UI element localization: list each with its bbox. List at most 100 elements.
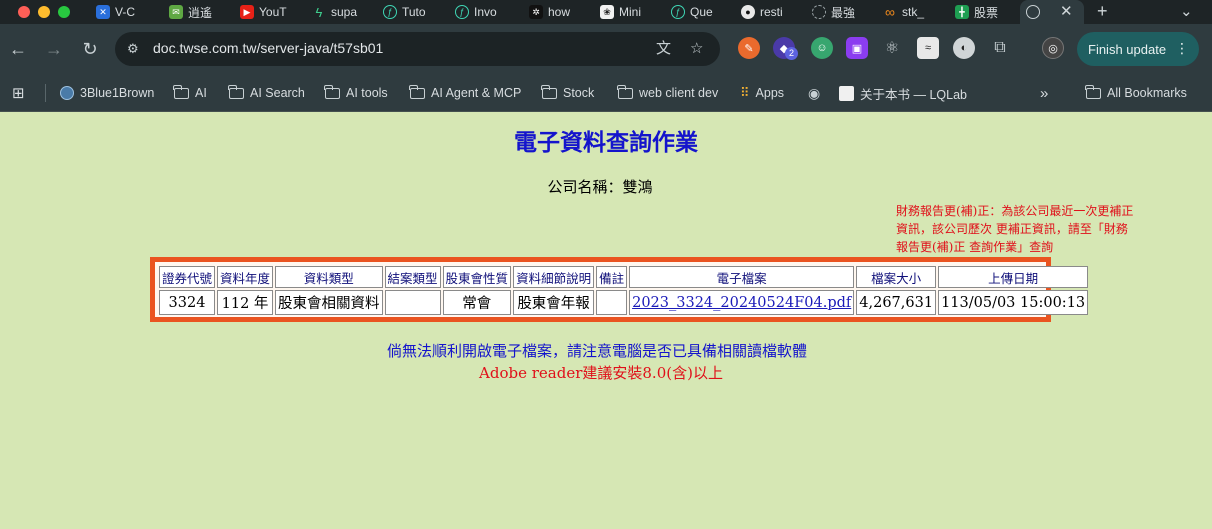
apps-grid-icon[interactable]: ⊞ bbox=[12, 84, 25, 102]
extension-icon[interactable]: ✎ bbox=[738, 37, 760, 59]
bookmark-folder-ai-tools[interactable]: AI tools bbox=[324, 84, 388, 102]
translate-icon[interactable]: ⽂ bbox=[656, 40, 671, 58]
bookmark-folder-ai[interactable]: AI bbox=[173, 84, 207, 102]
bookmark-globe[interactable]: ◉ bbox=[808, 84, 820, 102]
cell-type: 股東會相關資料 bbox=[275, 290, 383, 315]
table-header-row: 證券代號 資料年度 資料類型 結案類型 股東會性質 資料細節說明 備註 電子檔案… bbox=[159, 266, 1089, 288]
react-icon[interactable]: ⚛ bbox=[881, 37, 903, 59]
close-window-button[interactable] bbox=[18, 6, 30, 18]
folder-icon bbox=[617, 84, 633, 99]
results-table-frame: 證券代號 資料年度 資料類型 結案類型 股東會性質 資料細節說明 備註 電子檔案… bbox=[150, 257, 1089, 322]
tab-sheet[interactable]: ╋ 股票 bbox=[955, 3, 1005, 21]
tab-label: how bbox=[548, 5, 571, 19]
all-bookmarks-label: All Bookmarks bbox=[1107, 86, 1187, 100]
tab-v-c[interactable]: ✕ V-C bbox=[96, 3, 146, 21]
bookmark-label: AI tools bbox=[346, 86, 388, 100]
tab-stk[interactable]: ∞ stk_ bbox=[883, 3, 933, 21]
tab-how[interactable]: ✲ how bbox=[529, 3, 579, 21]
bookmark-folder-ai-agent-mcp[interactable]: AI Agent & MCP bbox=[409, 84, 521, 102]
browser-toolbar: ← → ↻ ⚙ doc.twse.com.tw/server-java/t57s… bbox=[0, 24, 1212, 74]
page-title: 電子資料查詢作業 bbox=[514, 129, 698, 156]
bookmarks-overflow-button[interactable]: » bbox=[1040, 84, 1048, 102]
url-text[interactable]: doc.twse.com.tw/server-java/t57sb01 bbox=[153, 40, 383, 56]
cell-size: 4,267,631 bbox=[856, 290, 937, 315]
openai-icon: ❀ bbox=[600, 5, 614, 19]
tab-youtube[interactable]: ▶ YouT bbox=[240, 3, 290, 21]
youtube-icon: ▶ bbox=[240, 5, 254, 19]
zoom-window-button[interactable] bbox=[58, 6, 70, 18]
finish-update-button[interactable]: Finish update ⋮ bbox=[1077, 32, 1199, 66]
bookmark-lqlab[interactable]: 关于本书 — LQLab bbox=[839, 84, 967, 102]
bookmarks-bar: ⊞ 3Blue1Brown AI AI Search AI tools AI A… bbox=[0, 74, 1212, 112]
tab-github[interactable]: ● resti bbox=[741, 3, 791, 21]
software-hint: 倘無法順利開啟電子檔案，請注意電腦是否已具備相關讀檔軟體 bbox=[386, 342, 807, 360]
tab-strip: ✕ V-C ✉ 逍遙 ▶ YouT ϟ supa ƒ Tuto ƒ Invo ✲… bbox=[0, 0, 1212, 24]
tab-zuiqiang[interactable]: 最強 bbox=[812, 3, 862, 21]
cell-close-type bbox=[384, 290, 441, 315]
tab-mail[interactable]: ✉ 逍遙 bbox=[169, 3, 219, 21]
tab-active[interactable] bbox=[1020, 0, 1084, 24]
results-table: 證券代號 資料年度 資料類型 結案類型 股東會性質 資料細節說明 備註 電子檔案… bbox=[157, 264, 1090, 317]
tab-search-icon[interactable]: ⌄ bbox=[1180, 4, 1193, 20]
more-menu-icon[interactable]: ⋮ bbox=[1175, 40, 1189, 57]
chat-icon: ✲ bbox=[529, 5, 543, 19]
back-button[interactable]: ← bbox=[6, 37, 30, 61]
github-icon: ● bbox=[741, 5, 755, 19]
tab-label: YouT bbox=[259, 5, 287, 19]
bookmark-label: 3Blue1Brown bbox=[80, 86, 155, 100]
folder-icon bbox=[173, 84, 189, 99]
extension-icon[interactable]: ◐ bbox=[953, 37, 975, 59]
bookmark-3blue1brown[interactable]: 3Blue1Brown bbox=[60, 84, 154, 102]
globe-icon: ◉ bbox=[808, 84, 821, 101]
robot-extension-icon[interactable]: ☺ bbox=[811, 37, 833, 59]
adobe-reader-hint: Adobe reader建議安裝8.0(含)以上 bbox=[479, 364, 723, 382]
tab-invo[interactable]: ƒ Invo bbox=[455, 3, 505, 21]
column-header: 股東會性質 bbox=[442, 266, 512, 288]
twitch-extension-icon[interactable]: ▣ bbox=[846, 37, 868, 59]
tab-supa[interactable]: ϟ supa bbox=[312, 3, 362, 21]
extensions-puzzle-icon[interactable]: ⧉ bbox=[989, 37, 1011, 59]
bookmark-star-icon[interactable]: ☆ bbox=[690, 40, 703, 58]
bookmark-folder-web-client-dev[interactable]: web client dev bbox=[617, 84, 719, 102]
column-header: 證券代號 bbox=[159, 266, 216, 288]
column-header: 備註 bbox=[596, 266, 628, 288]
tab-label: 逍遙 bbox=[188, 5, 213, 20]
bookmark-folder-stock[interactable]: Stock bbox=[541, 84, 594, 102]
extension-icon[interactable]: ◆ 2 bbox=[773, 37, 798, 60]
reload-button[interactable]: ↻ bbox=[78, 37, 102, 61]
address-bar[interactable]: ⚙ doc.twse.com.tw/server-java/t57sb01 ⽂ … bbox=[115, 32, 720, 66]
book-icon bbox=[839, 85, 854, 101]
tab-label: Que bbox=[690, 5, 713, 19]
tab-mini[interactable]: ❀ Mini bbox=[600, 3, 650, 21]
bookmark-label: AI bbox=[195, 86, 207, 100]
folder-icon bbox=[409, 84, 425, 99]
new-tab-button[interactable]: + bbox=[1097, 2, 1108, 20]
minimize-window-button[interactable] bbox=[38, 6, 50, 18]
bookmark-label: web client dev bbox=[639, 86, 719, 100]
close-tab-icon[interactable]: ✕ bbox=[1060, 4, 1073, 20]
cell-code: 3324 bbox=[159, 290, 216, 315]
site-info-icon[interactable]: ⚙ bbox=[127, 41, 143, 57]
extension-icon[interactable]: ≈ bbox=[917, 37, 939, 59]
tab-que[interactable]: ƒ Que bbox=[671, 3, 721, 21]
tab-label: stk_ bbox=[902, 5, 925, 19]
bookmark-label: AI Search bbox=[250, 86, 305, 100]
3b1b-icon bbox=[60, 86, 74, 100]
infinity-icon: ∞ bbox=[885, 4, 895, 20]
table-row: 3324 112 年 股東會相關資料 常會 股東會年報 2023_3324_20… bbox=[159, 290, 1089, 315]
bookmark-label: 关于本书 — LQLab bbox=[860, 87, 967, 102]
pdf-file-link[interactable]: 2023_3324_20240524F04.pdf bbox=[632, 295, 851, 311]
circle-icon bbox=[812, 5, 826, 19]
profile-avatar[interactable]: ◎ bbox=[1042, 37, 1064, 59]
column-header: 資料類型 bbox=[275, 266, 383, 288]
tab-label: Tuto bbox=[402, 5, 426, 19]
all-bookmarks-button[interactable]: All Bookmarks bbox=[1085, 84, 1187, 102]
forward-button[interactable]: → bbox=[42, 37, 66, 61]
feather-icon: ƒ bbox=[671, 5, 685, 19]
apps-grid-icon: ⠿ bbox=[740, 85, 750, 100]
bookmark-apps[interactable]: ⠿ Apps bbox=[740, 84, 784, 102]
bookmark-folder-ai-search[interactable]: AI Search bbox=[228, 84, 305, 102]
column-header: 電子檔案 bbox=[629, 266, 855, 288]
tab-label: 最強 bbox=[831, 5, 856, 20]
tab-tuto[interactable]: ƒ Tuto bbox=[383, 3, 433, 21]
